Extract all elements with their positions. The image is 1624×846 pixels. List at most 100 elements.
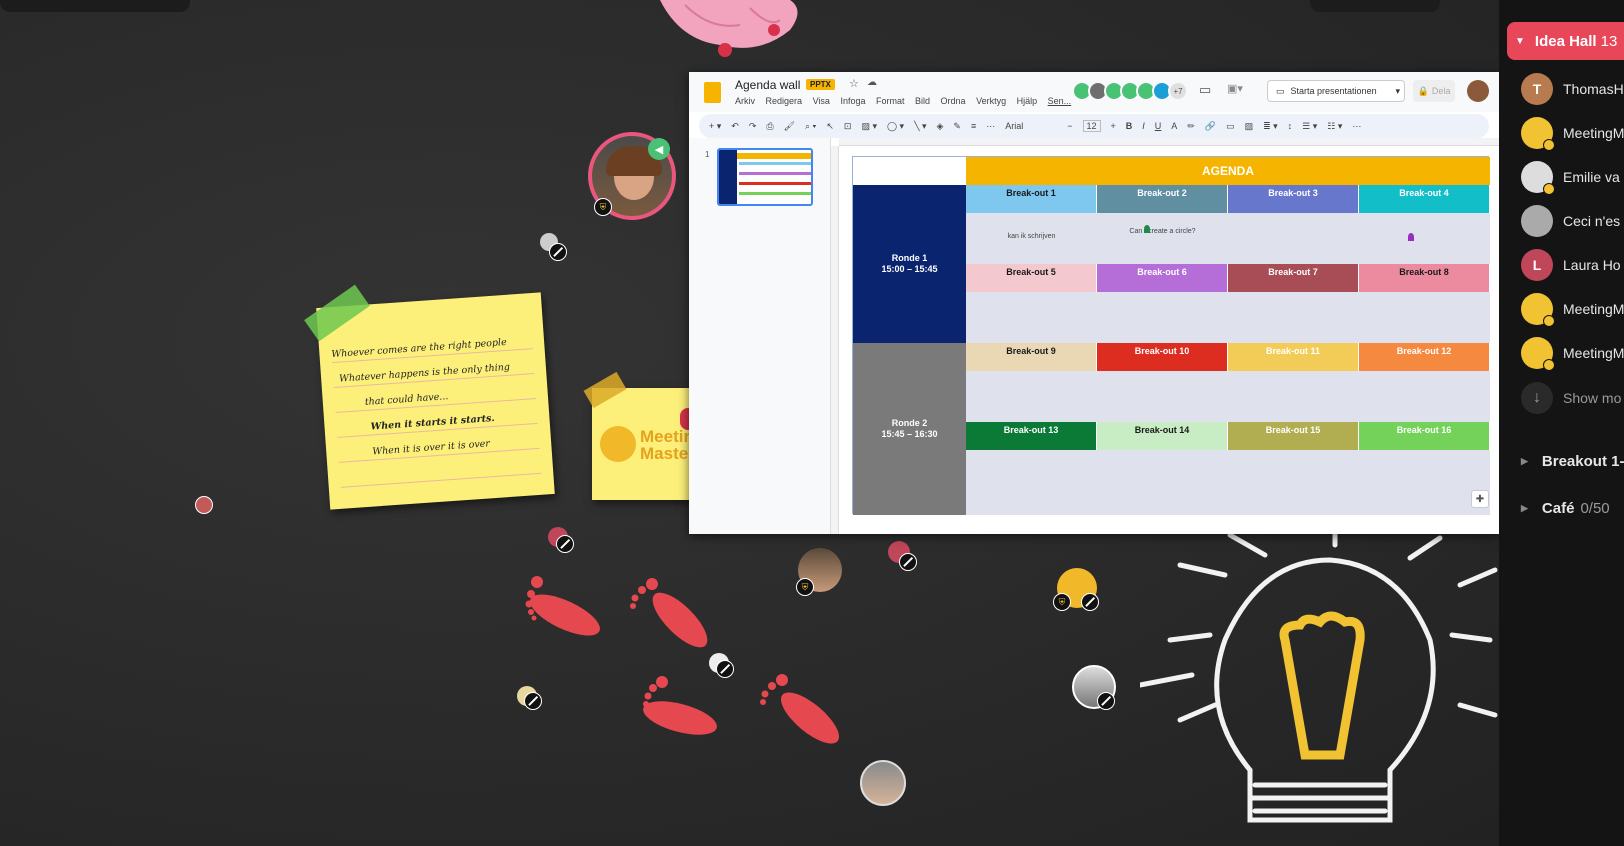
line-spacing-icon[interactable]: ↕ xyxy=(1288,121,1293,131)
font-size-decrease[interactable]: − xyxy=(1067,121,1072,131)
breakout-cell[interactable]: Break-out 13 xyxy=(966,422,1097,450)
shape-icon[interactable]: ◯ ▾ xyxy=(887,121,904,132)
highlight-icon[interactable]: ✏ xyxy=(1187,121,1195,132)
participant-row[interactable]: L Laura Ho xyxy=(1521,248,1621,282)
align-icon[interactable]: ≣ ▾ xyxy=(1263,121,1278,132)
slide-thumbnail[interactable] xyxy=(717,148,813,206)
participant-row[interactable]: MeetingM xyxy=(1521,336,1624,371)
breakout-cell[interactable]: Break-out 5 xyxy=(966,264,1097,292)
agenda-table[interactable]: AGENDA Ronde 1 15:00 – 15:45 Ronde 2 15:… xyxy=(852,156,1490,515)
room-header-idea-hall[interactable]: ▼ Idea Hall 13 xyxy=(1507,22,1624,60)
collaborator-avatars[interactable]: +7 xyxy=(1072,81,1188,101)
breakout-cell[interactable]: Break-out 2 xyxy=(1097,185,1228,213)
zoom-icon[interactable]: ⌕ ▾ xyxy=(805,121,816,132)
document-title[interactable]: Agenda wall xyxy=(735,78,800,92)
caret-right-icon: ▶ xyxy=(1521,456,1528,466)
numbered-list-icon[interactable]: ☷ ▾ xyxy=(1327,121,1342,132)
participant-name: MeetingM xyxy=(1563,125,1624,141)
participant-avatar[interactable] xyxy=(195,496,213,514)
chevron-down-icon[interactable]: ▾ xyxy=(1395,86,1400,97)
participant-name: MeetingM xyxy=(1563,345,1624,361)
participant-row[interactable]: Emilie va xyxy=(1521,160,1620,195)
muted-mic-icon xyxy=(899,553,917,571)
add-icon[interactable]: + ▾ xyxy=(709,121,721,132)
participant-row[interactable]: Ceci n'es xyxy=(1521,204,1620,238)
google-slides-window[interactable]: Agenda wall PPTX ☆ ☁ Arkiv Redigera Visa… xyxy=(689,72,1499,534)
border-weight-icon[interactable]: ≡ xyxy=(971,121,976,131)
account-avatar[interactable] xyxy=(1467,80,1489,102)
line-icon[interactable]: ╲ ▾ xyxy=(914,121,926,132)
breakout-cell[interactable]: Break-out 11 xyxy=(1228,343,1359,371)
breakout-cell[interactable]: Break-out 15 xyxy=(1228,422,1359,450)
shield-badge-icon xyxy=(1543,183,1555,195)
paint-format-icon[interactable]: 🖌 xyxy=(784,121,795,132)
image-insert-icon[interactable]: ▨ xyxy=(1245,121,1254,132)
show-more-button[interactable]: ↓ Show mo xyxy=(1521,381,1621,415)
border-color-icon[interactable]: ✎ xyxy=(953,121,961,132)
sticky-note-quote[interactable]: Whoever comes are the right people Whate… xyxy=(316,292,555,510)
agenda-note[interactable]: kan ik schrijven xyxy=(966,233,1097,240)
redo-icon[interactable]: ↷ xyxy=(749,121,757,132)
breakout-cell[interactable]: Break-out 8 xyxy=(1359,264,1490,292)
muted-mic-icon xyxy=(556,535,574,553)
underline-icon[interactable]: U xyxy=(1155,121,1162,131)
menu-view[interactable]: Visa xyxy=(813,96,830,106)
vertical-ruler xyxy=(831,146,839,534)
bold-icon[interactable]: B xyxy=(1126,121,1133,131)
meeting-canvas[interactable]: Whoever comes are the right people Whate… xyxy=(0,0,1499,846)
room-cafe[interactable]: ▶ Café 0/50 xyxy=(1521,500,1610,517)
participant-avatar[interactable] xyxy=(860,760,906,806)
italic-icon[interactable]: I xyxy=(1142,121,1145,131)
menu-format[interactable]: Format xyxy=(876,96,905,106)
text-color-icon[interactable]: A xyxy=(1171,121,1177,131)
participant-row[interactable]: MeetingM xyxy=(1521,292,1624,327)
breakout-cell[interactable]: Break-out 16 xyxy=(1359,422,1490,450)
breakout-cell[interactable]: Break-out 9 xyxy=(966,343,1097,371)
print-icon[interactable]: ⎙ xyxy=(766,121,773,132)
comments-icon[interactable]: ▭ xyxy=(1199,82,1211,98)
agenda-note[interactable]: Can I create a circle? xyxy=(1097,228,1228,235)
meet-icon[interactable]: ▣▾ xyxy=(1227,82,1243,95)
comment-icon[interactable]: ▭ xyxy=(1226,121,1235,132)
breakout-cell[interactable]: Break-out 1 xyxy=(966,185,1097,213)
menu-insert[interactable]: Infoga xyxy=(840,96,865,106)
share-button[interactable]: 🔒 Dela xyxy=(1413,80,1455,102)
bullet-list-icon[interactable]: ☰ ▾ xyxy=(1302,121,1317,132)
sticky-note-logo[interactable]: Meetin Master xyxy=(592,388,702,500)
breakout-cell[interactable]: Break-out 3 xyxy=(1228,185,1359,213)
menu-file[interactable]: Arkiv xyxy=(735,96,755,106)
menu-edit[interactable]: Redigera xyxy=(766,96,803,106)
select-icon[interactable]: ↖ xyxy=(826,121,834,132)
room-breakout[interactable]: ▶ Breakout 1- xyxy=(1521,453,1624,470)
lock-icon: 🔒 xyxy=(1417,85,1429,96)
font-size-input[interactable]: 12 xyxy=(1082,120,1101,132)
menu-arrange[interactable]: Ordna xyxy=(941,96,966,106)
link-icon[interactable]: 🔗 xyxy=(1205,121,1216,132)
breakout-cell[interactable]: Break-out 6 xyxy=(1097,264,1228,292)
breakout-cell[interactable]: Break-out 12 xyxy=(1359,343,1490,371)
textbox-icon[interactable]: ⊡ xyxy=(844,121,852,132)
font-size-increase[interactable]: + xyxy=(1111,121,1116,131)
menu-tools[interactable]: Verktyg xyxy=(976,96,1006,106)
breakout-cell[interactable]: Break-out 7 xyxy=(1228,264,1359,292)
star-icon[interactable]: ☆ xyxy=(849,77,859,90)
menu-slide[interactable]: Bild xyxy=(915,96,930,106)
collaborators-more[interactable]: +7 xyxy=(1168,81,1188,101)
breakout-cell[interactable]: Break-out 10 xyxy=(1097,343,1228,371)
border-dash-icon[interactable]: ⋯ xyxy=(986,121,995,132)
fill-color-icon[interactable]: ◈ xyxy=(937,121,944,132)
meetingmasters-logo-icon xyxy=(600,426,636,462)
menu-bar: Arkiv Redigera Visa Infoga Format Bild O… xyxy=(735,96,1079,106)
participant-row[interactable]: MeetingM xyxy=(1521,116,1624,151)
menu-last-edit[interactable]: Sen... xyxy=(1048,96,1072,106)
undo-icon[interactable]: ↶ xyxy=(731,121,739,132)
menu-help[interactable]: Hjälp xyxy=(1017,96,1038,106)
start-presentation-button[interactable]: ▭ Starta presentationen ▾ xyxy=(1267,80,1405,102)
participant-row[interactable]: T ThomasH xyxy=(1521,72,1624,106)
more-icon[interactable]: ⋯ xyxy=(1352,121,1361,132)
explore-icon[interactable]: ✚ xyxy=(1471,490,1489,508)
breakout-cell[interactable]: Break-out 4 xyxy=(1359,185,1490,213)
image-icon[interactable]: ▨ ▾ xyxy=(861,121,877,132)
font-select[interactable]: Arial xyxy=(1005,121,1057,131)
breakout-cell[interactable]: Break-out 14 xyxy=(1097,422,1228,450)
